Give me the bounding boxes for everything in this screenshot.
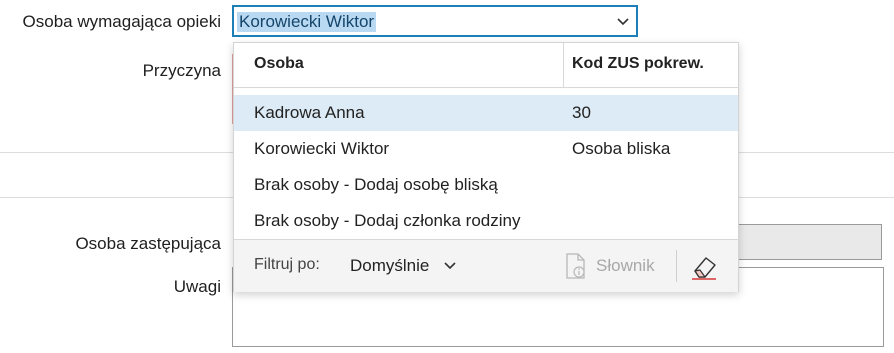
list-item-code: 30 xyxy=(572,103,591,122)
dropdown-footer: Filtruj po: Domyślnie Słownik xyxy=(234,239,738,292)
list-item[interactable]: Korowiecki Wiktor Osoba bliska xyxy=(234,131,738,167)
footer-separator xyxy=(676,250,677,282)
chevron-down-icon[interactable] xyxy=(616,15,630,29)
caregiver-dropdown: Osoba Kod ZUS pokrew. Kadrowa Anna 30 Ko… xyxy=(233,42,739,292)
combobox-selected-value: Korowiecki Wiktor xyxy=(237,12,377,32)
caregiver-label: Osoba wymagająca opieki xyxy=(22,12,221,31)
column-header-person[interactable]: Osoba xyxy=(254,55,304,73)
substitute-field[interactable] xyxy=(738,224,882,260)
eraser-icon[interactable] xyxy=(689,253,719,281)
list-item[interactable]: Brak osoby - Dodaj członka rodziny xyxy=(234,203,738,239)
dictionary-button[interactable]: Słownik xyxy=(596,256,655,276)
list-item[interactable]: Kadrowa Anna 30 xyxy=(234,95,738,131)
caregiver-combobox[interactable]: Korowiecki Wiktor xyxy=(232,5,638,37)
reason-label: Przyczyna xyxy=(142,61,221,80)
list-item[interactable]: Brak osoby - Dodaj osobę bliską xyxy=(234,167,738,203)
dictionary-info-icon xyxy=(566,253,585,279)
list-item-person: Brak osoby - Dodaj członka rodziny xyxy=(254,211,521,230)
chevron-down-icon[interactable] xyxy=(444,261,456,271)
list-item-person: Brak osoby - Dodaj osobę bliską xyxy=(254,175,498,194)
filter-label: Filtruj po: xyxy=(254,256,320,273)
filter-dropdown[interactable]: Domyślnie xyxy=(350,256,429,276)
substitute-label: Osoba zastępująca xyxy=(75,234,221,253)
list-item-person: Kadrowa Anna xyxy=(254,103,365,122)
notes-label: Uwagi xyxy=(173,277,221,296)
column-header-zus-code[interactable]: Kod ZUS pokrew. xyxy=(572,55,704,73)
dropdown-header: Osoba Kod ZUS pokrew. xyxy=(234,43,738,88)
list-item-person: Korowiecki Wiktor xyxy=(254,139,390,158)
list-item-code: Osoba bliska xyxy=(572,139,671,158)
column-separator xyxy=(563,43,564,87)
